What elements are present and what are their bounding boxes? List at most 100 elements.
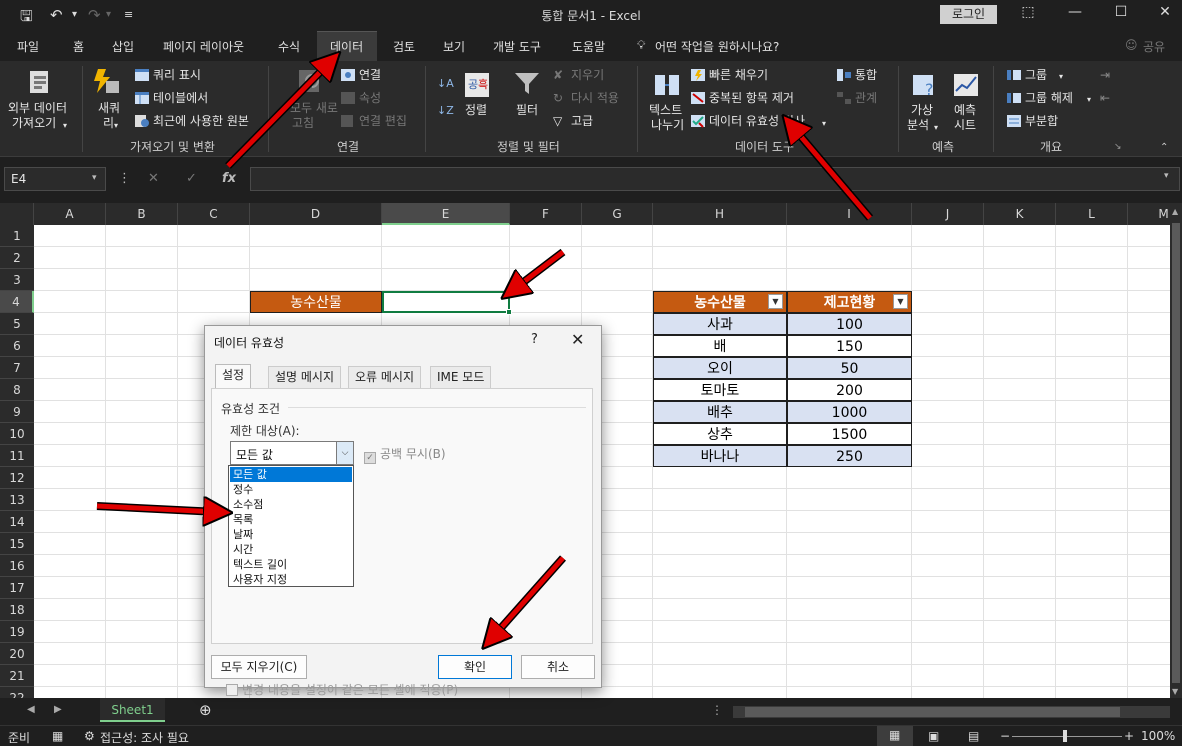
name-box[interactable]: E4 — [4, 167, 106, 191]
collapse-ribbon-icon[interactable]: ⌃ — [1160, 140, 1168, 155]
prev-sheet-icon[interactable]: ◀ — [27, 704, 35, 715]
cell-e4-selected[interactable] — [382, 291, 512, 315]
column-header[interactable]: A — [34, 203, 106, 225]
sheet-tab-sheet1[interactable]: Sheet1 — [100, 698, 165, 722]
data-validation-button[interactable]: 데이터 유효성 검사 — [709, 114, 805, 129]
show-detail-icon[interactable]: ⇥ — [1100, 68, 1110, 83]
refresh-all-button[interactable]: 모두 새로 — [290, 101, 338, 116]
add-sheet-icon[interactable]: ⊕ — [199, 701, 212, 719]
option-list[interactable]: 목록 — [230, 512, 352, 527]
get-external-data-button[interactable]: 외부 데이터 — [8, 101, 67, 116]
zoom-in-icon[interactable]: + — [1124, 729, 1134, 743]
next-sheet-icon[interactable]: ▶ — [54, 704, 62, 715]
zoom-out-icon[interactable]: − — [1000, 729, 1010, 743]
table-cell[interactable]: 100 — [787, 313, 912, 335]
dialog-launcher-icon[interactable]: ↘ — [1114, 140, 1122, 155]
row-header[interactable]: 12 — [0, 467, 34, 489]
row-header[interactable]: 3 — [0, 269, 34, 291]
column-header[interactable]: L — [1056, 203, 1128, 225]
allow-dropdown-list[interactable]: 모든 값 정수 소수점 목록 날짜 시간 텍스트 길이 사용자 지정 — [228, 465, 354, 587]
column-header[interactable]: J — [912, 203, 984, 225]
row-header[interactable]: 17 — [0, 577, 34, 599]
sort-ascending-icon[interactable]: ↓A — [437, 76, 454, 91]
page-break-view-icon[interactable]: ▤ — [968, 729, 979, 743]
column-header[interactable]: F — [510, 203, 582, 225]
row-header[interactable]: 9 — [0, 401, 34, 423]
option-text-length[interactable]: 텍스트 길이 — [230, 557, 352, 572]
vertical-scrollbar[interactable]: ▲ ▼ — [1170, 203, 1182, 698]
chevron-down-icon[interactable]: ⌵ — [336, 442, 353, 464]
share-icon[interactable]: ☺ — [1125, 38, 1138, 52]
new-query-label2[interactable]: 리 — [103, 116, 114, 131]
what-if-analysis-label2[interactable]: 분석 — [907, 118, 929, 133]
chevron-down-icon[interactable]: ▾ — [822, 116, 826, 131]
ungroup-button[interactable]: 그룹 해제 — [1025, 91, 1073, 106]
row-header[interactable]: 10 — [0, 423, 34, 445]
table-cell[interactable]: 사과 — [653, 313, 787, 335]
row-header[interactable]: 7 — [0, 357, 34, 379]
option-decimal[interactable]: 소수점 — [230, 497, 352, 512]
flash-fill-button[interactable]: 빠른 채우기 — [709, 68, 768, 83]
scroll-up-icon[interactable]: ▲ — [1172, 207, 1178, 216]
clear-all-button[interactable]: 모두 지우기(C) — [211, 655, 307, 679]
row-header[interactable]: 4 — [0, 291, 34, 313]
login-button[interactable]: 로그인 — [940, 5, 997, 24]
maximize-icon[interactable]: ☐ — [1106, 4, 1136, 20]
column-header[interactable]: H — [653, 203, 787, 225]
table-cell[interactable]: 토마토 — [653, 379, 787, 401]
forecast-sheet-button[interactable]: 예측 — [954, 103, 976, 118]
text-to-columns-label2[interactable]: 나누기 — [651, 118, 684, 133]
row-header[interactable]: 15 — [0, 533, 34, 555]
filter-dropdown-icon[interactable]: ▼ — [893, 294, 908, 309]
page-layout-view-icon[interactable]: ▣ — [928, 729, 939, 743]
tab-data[interactable]: 데이터 — [330, 38, 363, 55]
cell-d4[interactable]: 농수산물 — [250, 291, 382, 313]
tab-developer[interactable]: 개발 도구 — [493, 38, 541, 55]
get-external-data-label2[interactable]: 가져오기 — [12, 116, 56, 131]
tab-input-message[interactable]: 설명 메시지 — [268, 366, 342, 388]
table-cell[interactable]: 150 — [787, 335, 912, 357]
refresh-all-label2[interactable]: 고침 — [292, 116, 314, 131]
table-cell[interactable]: 배 — [653, 335, 787, 357]
column-header[interactable]: D — [250, 203, 382, 225]
row-header[interactable]: 21 — [0, 665, 34, 687]
cancel-entry-icon[interactable]: ✕ — [148, 171, 159, 186]
allow-select[interactable]: 모든 값 ⌵ — [230, 441, 354, 465]
table-cell[interactable]: 상추 — [653, 423, 787, 445]
advanced-button[interactable]: 고급 — [571, 114, 593, 129]
tab-view[interactable]: 보기 — [443, 38, 465, 55]
normal-view-button[interactable]: ▦ — [877, 726, 913, 746]
column-header[interactable]: G — [582, 203, 653, 225]
share-button[interactable]: 공유 — [1143, 38, 1165, 55]
row-header[interactable]: 5 — [0, 313, 34, 335]
table-header[interactable]: 농수산물 — [653, 291, 787, 313]
insert-function-icon[interactable]: fx — [222, 171, 236, 186]
query-show-button[interactable]: 쿼리 표시 — [153, 68, 201, 83]
ribbon-display-icon[interactable]: ⬚ — [1013, 4, 1043, 20]
column-header[interactable]: C — [178, 203, 250, 225]
expand-formula-bar-icon[interactable]: ▾ — [1164, 171, 1169, 181]
remove-duplicates-button[interactable]: 중복된 항목 제거 — [709, 91, 794, 106]
connections-button[interactable]: 연결 — [359, 68, 381, 83]
row-header[interactable]: 8 — [0, 379, 34, 401]
table-cell[interactable]: 바나나 — [653, 445, 787, 467]
table-cell[interactable]: 오이 — [653, 357, 787, 379]
vertical-scroll-thumb[interactable] — [1172, 223, 1180, 683]
column-header[interactable]: M — [1128, 203, 1170, 225]
tab-error-alert[interactable]: 오류 메시지 — [348, 366, 422, 388]
table-cell[interactable]: 1000 — [787, 401, 912, 423]
subtotal-button[interactable]: 부분합 — [1025, 114, 1058, 129]
row-header[interactable]: 2 — [0, 247, 34, 269]
row-header[interactable]: 6 — [0, 335, 34, 357]
zoom-slider[interactable] — [1012, 736, 1122, 737]
column-header[interactable]: K — [984, 203, 1056, 225]
row-header[interactable]: 19 — [0, 621, 34, 643]
formula-input[interactable] — [250, 167, 1180, 191]
confirm-entry-icon[interactable]: ✓ — [186, 171, 197, 186]
text-to-columns-button[interactable]: 텍스트 — [649, 103, 682, 118]
option-date[interactable]: 날짜 — [230, 527, 352, 542]
tell-me-search[interactable]: 어떤 작업을 원하시나요? — [655, 38, 779, 55]
tab-file[interactable]: 파일 — [17, 38, 39, 55]
chevron-down-icon[interactable]: ▾ — [92, 173, 97, 183]
filter-button[interactable]: 필터 — [516, 103, 538, 118]
